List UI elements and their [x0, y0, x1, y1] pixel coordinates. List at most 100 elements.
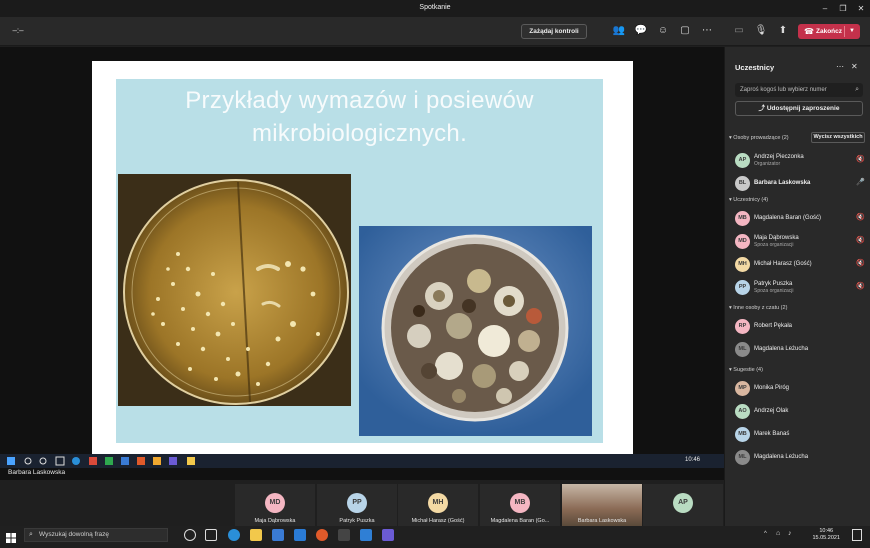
participant-row[interactable]: MH Michał Harasz (Gość) 🔇 — [735, 257, 867, 277]
taskbar-search-input[interactable]: ⌕ Wyszukaj dowolną frazę — [24, 528, 168, 542]
mic-muted-icon[interactable]: 🔇 — [856, 259, 865, 267]
avatar: MH — [735, 257, 750, 272]
mic-muted-icon[interactable]: 🔇 — [856, 155, 865, 163]
participant-row[interactable]: ML Magdalena Leżucha — [735, 450, 867, 470]
section-suggestions[interactable]: ▾ Sugestie (4) — [729, 367, 763, 373]
avatar: AO — [735, 404, 750, 419]
avatar: MD — [735, 234, 750, 249]
participant-name: Magdalena Baran (Gość) — [754, 215, 822, 221]
mail-icon[interactable] — [294, 529, 306, 541]
gallery-tile[interactable]: AP — [643, 484, 723, 526]
section-attendees[interactable]: ▾ Uczestnicy (4) — [729, 197, 768, 203]
end-meeting-button[interactable]: ☎ Zakończ ▼ — [798, 24, 860, 39]
mute-all-button[interactable]: Wycisz wszystkich — [811, 132, 865, 143]
store-icon[interactable] — [272, 529, 284, 541]
participant-row[interactable]: AP Andrzej Pieczonka Organizator 🔇 — [735, 153, 867, 173]
share-icon: ⤴ — [758, 105, 767, 112]
close-window-icon[interactable]: ✕ — [852, 0, 870, 17]
share-invite-button[interactable]: ⤴ Udostępnij zaproszenie — [735, 101, 863, 116]
section-chat[interactable]: ▾ Inne osoby z czatu (2) — [729, 305, 787, 311]
gallery-tile[interactable]: MD Maja Dąbrowska — [235, 484, 315, 526]
avatar: MH — [428, 493, 448, 513]
file-explorer-icon[interactable] — [250, 529, 262, 541]
rooms-icon[interactable]: ▢ — [677, 23, 693, 39]
chat-icon[interactable]: 💬 — [633, 23, 649, 39]
participant-row[interactable]: MP Monika Piróg — [735, 381, 867, 401]
gallery-tile-name: Magdalena Baran (Go... — [490, 518, 550, 524]
avatar: AP — [735, 153, 750, 168]
participant-name: Andrzej Olak — [754, 408, 789, 414]
windows-taskbar: ⌕ Wyszukaj dowolną frazę ^ ⌂ ♪ 10:46 15.… — [0, 526, 870, 544]
share-screen-icon[interactable]: ⬆ — [775, 23, 791, 39]
participant-row[interactable]: ML Magdalena Leżucha — [735, 342, 867, 362]
gallery-tile[interactable]: PP Patryk Puszka — [317, 484, 397, 526]
mic-muted-icon[interactable]: 🔇 — [856, 282, 865, 290]
avatar: BL — [735, 176, 750, 191]
gallery-tile-name: Maja Dąbrowska — [254, 518, 296, 524]
close-panel-icon[interactable]: ✕ — [851, 62, 858, 71]
window-title: Spotkanie — [419, 4, 451, 11]
avatar: MP — [735, 381, 750, 396]
participant-row[interactable]: MB Magdalena Baran (Gość) 🔇 — [735, 211, 867, 231]
presenter-name-label: Barbara Laskowska — [0, 468, 724, 480]
petri-dish-photo-1 — [118, 174, 351, 406]
avatar: ML — [735, 450, 750, 465]
vscode-icon[interactable] — [360, 529, 372, 541]
network-icon[interactable]: ⌂ — [776, 530, 780, 537]
gallery-tile-name: Michał Harasz (Gość) — [411, 518, 465, 524]
notifications-icon[interactable] — [852, 529, 862, 541]
participant-row[interactable]: MD Maja Dąbrowska Spoza organizacji 🔇 — [735, 234, 867, 254]
panel-more-icon[interactable]: ⋯ — [836, 62, 844, 71]
taskbar-search-placeholder: Wyszukaj dowolną frazę — [39, 531, 110, 538]
participants-icon[interactable]: 👥 — [611, 23, 627, 39]
cortana-icon[interactable] — [184, 529, 196, 541]
mic-off-icon[interactable]: 🎙 — [753, 23, 769, 39]
restore-icon[interactable]: ❐ — [834, 0, 852, 17]
participant-name: Andrzej Pieczonka — [754, 154, 804, 160]
chevron-down-icon[interactable]: ▼ — [849, 24, 855, 39]
taskbar-clock[interactable]: 10:46 15.05.2021 — [812, 528, 840, 542]
invite-search-input[interactable]: Zaproś kogoś lub wybierz numer ⌕ — [735, 83, 863, 97]
avatar: PP — [735, 280, 750, 295]
avatar: MB — [735, 427, 750, 442]
gallery-tile[interactable]: Barbara Laskowska — [562, 484, 642, 526]
terminal-icon[interactable] — [338, 529, 350, 541]
firefox-icon[interactable] — [316, 529, 328, 541]
tray-chevron-icon[interactable]: ^ — [764, 531, 767, 537]
slide-title: Przykłady wymazów i posiewów mikrobiolog… — [116, 84, 603, 150]
mic-muted-icon[interactable]: 🔇 — [856, 213, 865, 221]
participant-name: Patryk Puszka — [754, 281, 793, 287]
participant-name: Magdalena Leżucha — [754, 346, 809, 352]
mic-on-icon[interactable]: 🎤 — [856, 178, 865, 186]
participant-row[interactable]: BL Barbara Laskowska 🎤 — [735, 176, 867, 196]
participant-row[interactable]: MB Marek Banaś — [735, 427, 867, 447]
volume-icon[interactable]: ♪ — [788, 530, 792, 537]
participant-row[interactable]: PP Patryk Puszka Spoza organizacji 🔇 — [735, 280, 867, 300]
avatar: RP — [735, 319, 750, 334]
windows-start-icon[interactable] — [6, 530, 16, 543]
task-view-icon[interactable] — [205, 529, 217, 541]
mic-muted-icon[interactable]: 🔇 — [856, 236, 865, 244]
section-presenters-label: Osoby prowadzące (2) — [733, 135, 789, 141]
participants-panel: Uczestnicy ⋯ ✕ Zaproś kogoś lub wybierz … — [724, 47, 870, 526]
gallery-tile[interactable]: MH Michał Harasz (Gość) — [398, 484, 478, 526]
request-control-button[interactable]: Zażądaj kontroli — [521, 24, 587, 39]
participant-row[interactable]: AO Andrzej Olak — [735, 404, 867, 424]
gallery-tile[interactable]: MB Magdalena Baran (Go... — [480, 484, 560, 526]
section-suggestions-label: Sugestie (4) — [733, 367, 763, 373]
section-presenters[interactable]: ▾ Osoby prowadzące (2) — [729, 135, 789, 141]
teams-icon[interactable] — [382, 529, 394, 541]
camera-off-icon[interactable]: ▭ — [731, 23, 747, 39]
minimize-icon[interactable]: – — [816, 0, 834, 17]
reactions-icon[interactable]: ☺ — [655, 23, 671, 39]
participant-name: Marek Banaś — [754, 431, 790, 437]
avatar: MB — [510, 493, 530, 513]
avatar: AP — [673, 493, 693, 513]
taskbar-time: 10:46 — [819, 528, 834, 534]
participant-row[interactable]: RP Robert Pękała — [735, 319, 867, 339]
gallery-tile-name: Patryk Puszka — [339, 518, 375, 524]
edge-icon[interactable] — [228, 529, 240, 541]
more-actions-icon[interactable]: ⋯ — [699, 23, 715, 39]
participant-subtitle: Spoza organizacji — [754, 288, 794, 294]
avatar: MB — [735, 211, 750, 226]
